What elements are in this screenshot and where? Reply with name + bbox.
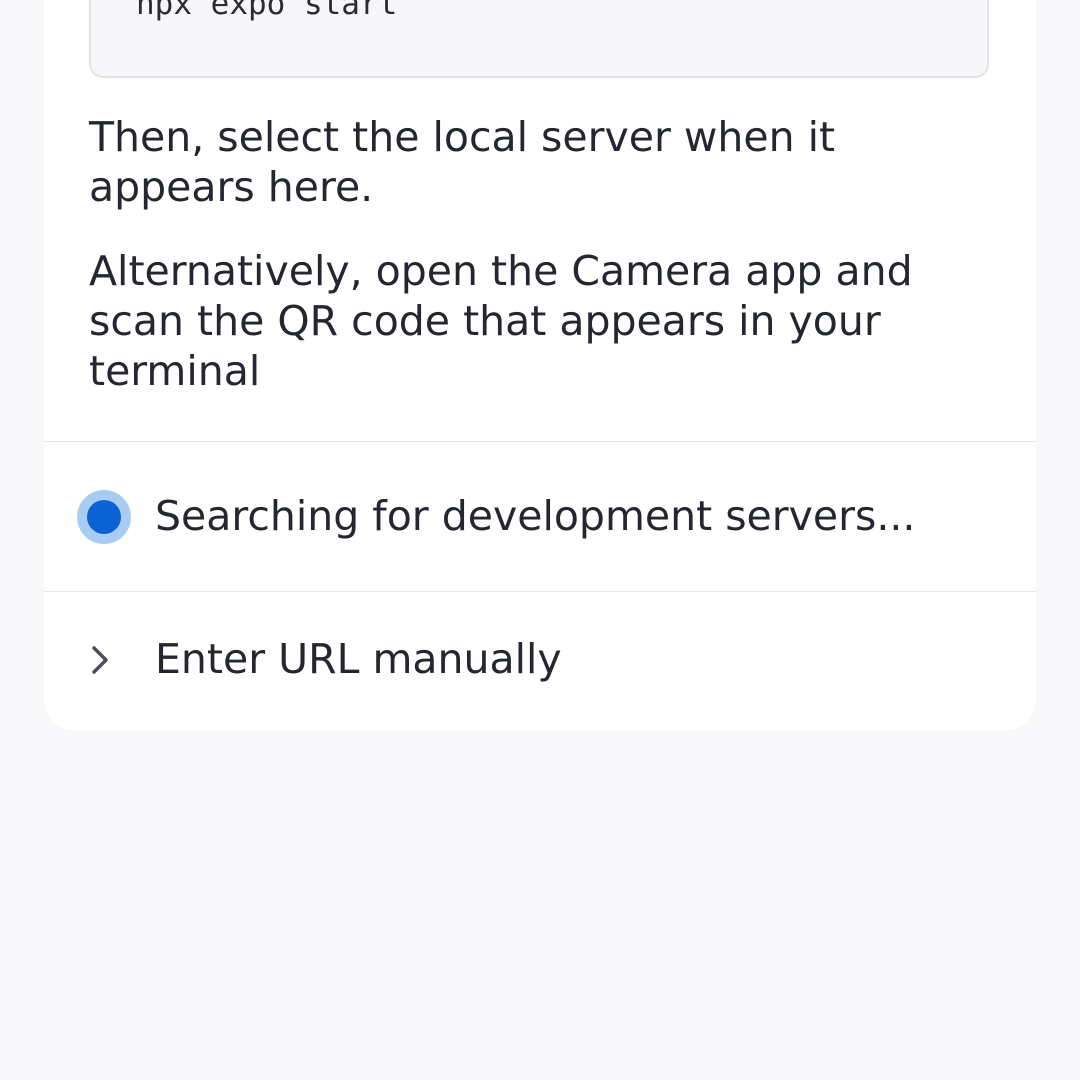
- camera-qr-instructions: Alternatively, open the Camera app and s…: [89, 247, 913, 395]
- select-server-instructions: Then, select the local server when it ap…: [89, 113, 836, 211]
- code-block: npx expo start: [89, 0, 989, 78]
- divider: [44, 441, 1036, 442]
- divider: [44, 591, 1036, 592]
- enter-url-manually-label: Enter URL manually: [155, 635, 562, 683]
- activity-indicator-icon: [77, 490, 131, 544]
- searching-status-label: Searching for development servers...: [155, 492, 916, 540]
- dev-server-card: npx expo start Then, select the local se…: [44, 0, 1036, 730]
- searching-status-row: Searching for development servers...: [44, 467, 1036, 567]
- enter-url-manually-button[interactable]: Enter URL manually: [44, 610, 1036, 710]
- chevron-right-icon: [92, 646, 108, 674]
- start-command: npx expo start: [136, 0, 398, 22]
